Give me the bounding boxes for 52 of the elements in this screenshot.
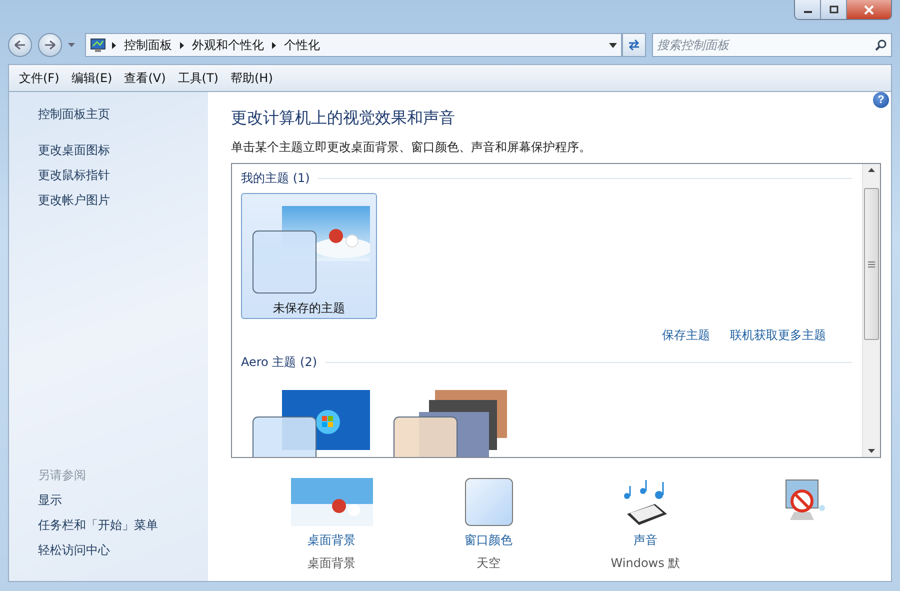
- maximize-icon: [828, 5, 838, 14]
- setting-value: Windows 默: [610, 555, 680, 572]
- search-input[interactable]: 搜索控制面板: [657, 34, 875, 56]
- breadcrumb[interactable]: 个性化: [282, 36, 322, 54]
- back-button[interactable]: [8, 33, 32, 57]
- setting-value: 天空: [476, 555, 500, 572]
- see-also-heading: 另请参阅: [38, 467, 87, 484]
- refresh-button[interactable]: [622, 33, 646, 57]
- group-heading: Aero 主题 (2): [241, 354, 318, 370]
- breadcrumb[interactable]: 控制面板: [122, 36, 174, 54]
- sidebar-link[interactable]: 任务栏和「开始」菜单: [38, 513, 208, 538]
- breadcrumb[interactable]: 外观和个性化: [190, 36, 266, 54]
- scrollbar-thumb[interactable]: [864, 188, 879, 340]
- sidebar-link[interactable]: 控制面板主页: [38, 102, 208, 127]
- menu-item[interactable]: 文件(F): [13, 68, 66, 88]
- theme-link[interactable]: 联机获取更多主题: [730, 327, 826, 344]
- sidebar-link[interactable]: 更改桌面图标: [38, 138, 208, 163]
- back-arrow-icon: [14, 40, 26, 50]
- chevron-icon: [272, 42, 276, 48]
- minimize-button[interactable]: [795, 0, 821, 19]
- setting-value: 桌面背景: [308, 555, 356, 572]
- close-icon: [863, 4, 875, 14]
- menu-item[interactable]: 查看(V): [118, 68, 172, 88]
- sidebar-link[interactable]: 更改鼠标指针: [38, 163, 208, 188]
- group-heading: 我的主题 (1): [241, 170, 310, 186]
- search-icon[interactable]: [875, 39, 887, 51]
- forward-arrow-icon: [44, 40, 56, 50]
- maximize-button[interactable]: [821, 0, 847, 19]
- scrollbar[interactable]: [862, 164, 880, 457]
- setting-link[interactable]: 声音: [634, 532, 658, 549]
- menu-item[interactable]: 工具(T): [172, 68, 224, 88]
- setting-link[interactable]: 桌面背景: [308, 532, 356, 549]
- chevron-icon: [180, 42, 184, 48]
- close-button[interactable]: [847, 0, 891, 19]
- setting-link[interactable]: 窗口颜色: [464, 532, 512, 549]
- page-title: 更改计算机上的视觉效果和声音: [231, 108, 456, 129]
- page-description: 单击某个主题立即更改桌面背景、窗口颜色、声音和屏幕保护程序。: [231, 139, 592, 156]
- refresh-icon: [627, 39, 641, 51]
- search-field[interactable]: 搜索控制面板: [652, 33, 892, 57]
- menu-item[interactable]: 编辑(E): [65, 68, 118, 88]
- control-panel-icon: [90, 38, 106, 52]
- chevron-icon: [112, 42, 116, 48]
- theme-tile[interactable]: 未保存的主题: [241, 193, 377, 319]
- sidebar-link[interactable]: 更改帐户图片: [38, 188, 208, 213]
- color-swatch-icon: [464, 478, 512, 526]
- theme-link[interactable]: 保存主题: [662, 327, 710, 344]
- address-bar[interactable]: 控制面板 外观和个性化 个性化: [85, 33, 622, 57]
- sidebar-link[interactable]: 显示: [38, 488, 208, 513]
- menu-item[interactable]: 帮助(H): [224, 68, 279, 88]
- forward-button[interactable]: [38, 33, 62, 57]
- sidebar-link[interactable]: 轻松访问中心: [38, 538, 208, 563]
- dropdown-arrow-icon[interactable]: [609, 42, 617, 48]
